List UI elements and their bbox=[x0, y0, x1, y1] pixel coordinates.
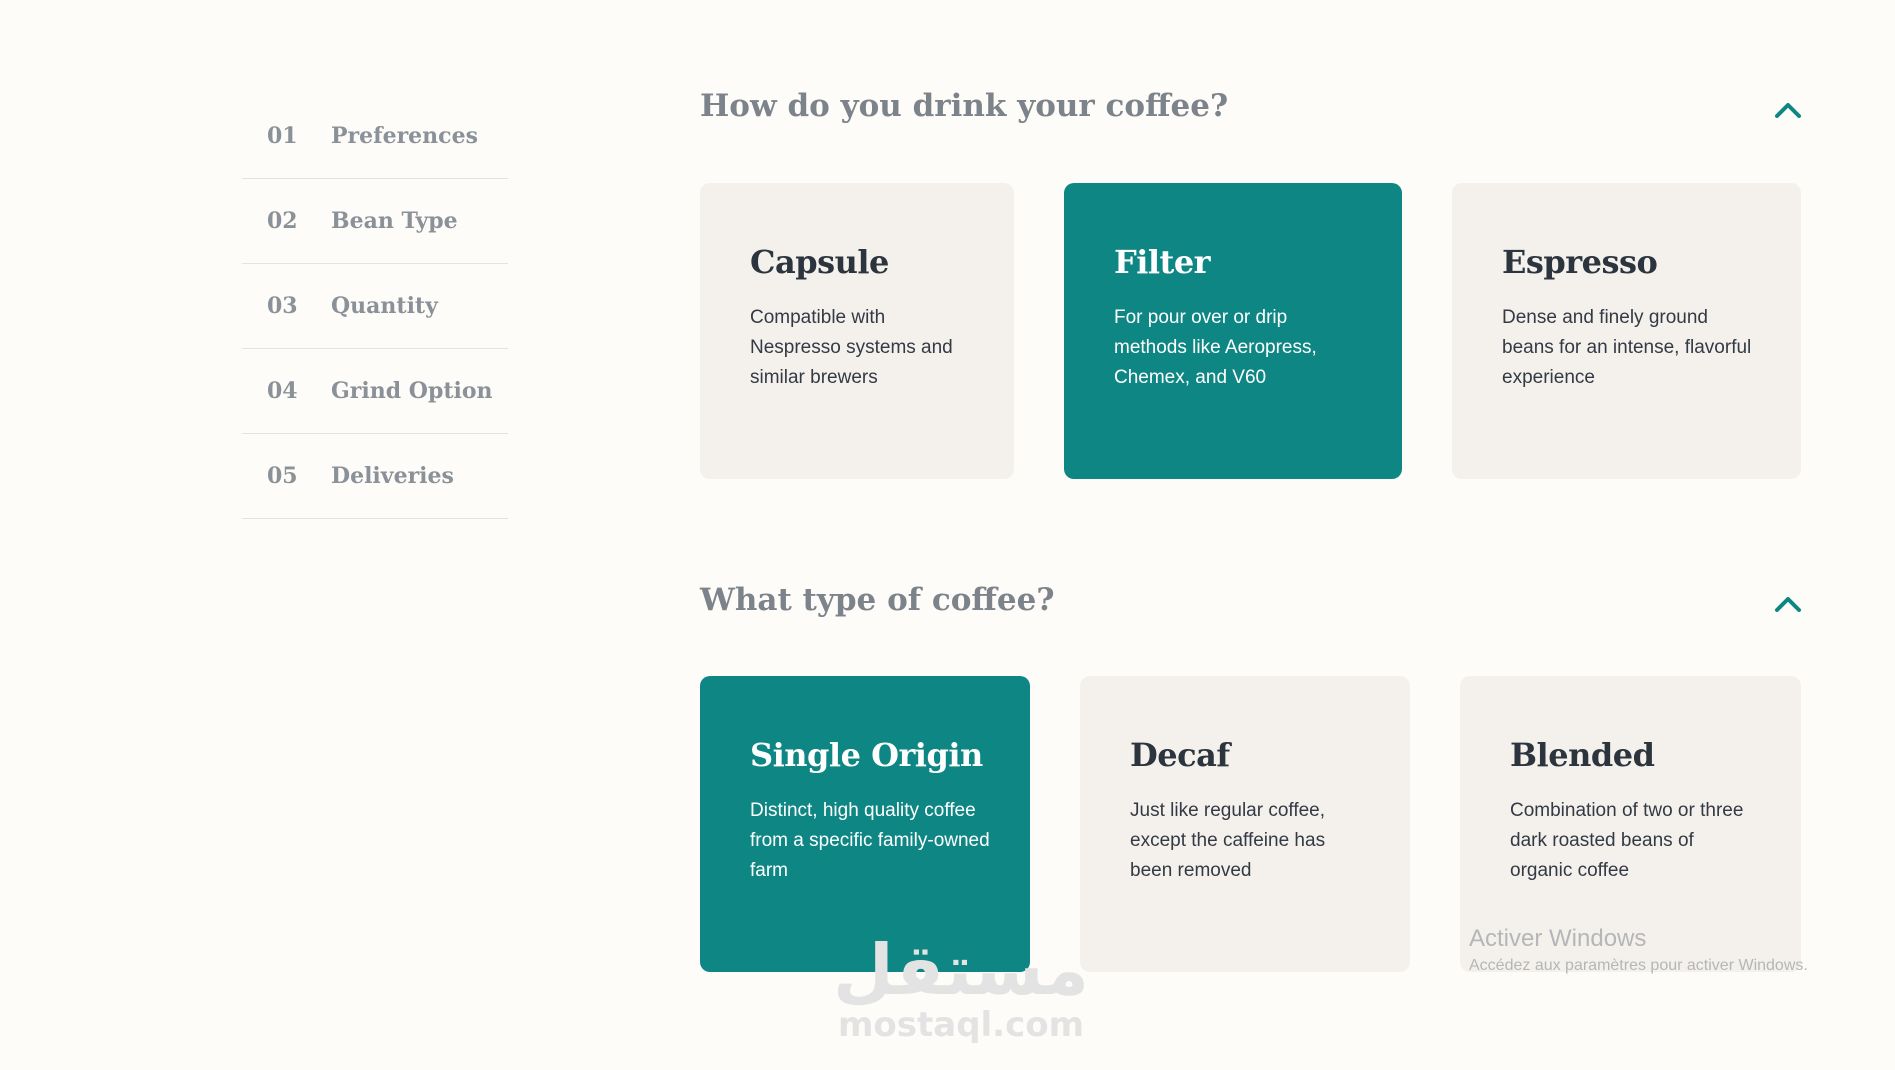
collapse-section-drink-button[interactable] bbox=[1768, 90, 1808, 130]
option-card-single-origin[interactable]: Single Origin Distinct, high quality cof… bbox=[700, 676, 1030, 972]
option-title: Single Origin bbox=[750, 736, 983, 774]
mostaql-watermark: مستقل mostaql.com bbox=[833, 935, 1089, 1045]
windows-activation-title: Activer Windows bbox=[1469, 925, 1647, 952]
steps-sidebar: 01 Preferences 02 Bean Type 03 Quantity … bbox=[242, 94, 508, 519]
option-card-decaf[interactable]: Decaf Just like regular coffee, except t… bbox=[1080, 676, 1410, 972]
windows-activation-watermark: Activer Windows Accédez aux paramètres p… bbox=[1469, 925, 1808, 975]
step-label: Grind Option bbox=[331, 378, 493, 404]
option-description: Combination of two or three dark roasted… bbox=[1510, 800, 1744, 881]
option-title: Filter bbox=[1114, 243, 1211, 281]
section-title-drink: How do you drink your coffee? bbox=[700, 88, 1229, 124]
mostaql-latin-text: mostaql.com bbox=[837, 1005, 1085, 1045]
chevron-up-icon bbox=[1775, 597, 1801, 612]
sidebar-item-bean-type[interactable]: 02 Bean Type bbox=[242, 179, 508, 264]
step-number: 01 bbox=[267, 123, 298, 149]
step-number: 05 bbox=[267, 463, 298, 489]
step-number: 04 bbox=[267, 378, 298, 404]
windows-activation-subtitle: Accédez aux paramètres pour activer Wind… bbox=[1469, 957, 1808, 974]
section-title-type: What type of coffee? bbox=[700, 582, 1055, 618]
option-description: Distinct, high quality coffee from a spe… bbox=[750, 800, 990, 881]
step-label: Deliveries bbox=[331, 463, 454, 489]
sidebar-item-preferences[interactable]: 01 Preferences bbox=[242, 94, 508, 179]
option-description: For pour over or drip methods like Aerop… bbox=[1114, 307, 1317, 388]
step-label: Preferences bbox=[331, 123, 478, 149]
mostaql-arabic-text: مستقل bbox=[833, 929, 1090, 1011]
option-description: Compatible with Nespresso systems and si… bbox=[750, 307, 953, 388]
option-card-espresso[interactable]: Espresso Dense and finely ground beans f… bbox=[1452, 183, 1801, 479]
chevron-up-icon bbox=[1775, 103, 1801, 118]
option-card-filter[interactable]: Filter For pour over or drip methods lik… bbox=[1064, 183, 1402, 479]
step-number: 02 bbox=[267, 208, 298, 234]
option-card-capsule[interactable]: Capsule Compatible with Nespresso system… bbox=[700, 183, 1014, 479]
option-title: Blended bbox=[1510, 736, 1655, 774]
sidebar-item-quantity[interactable]: 03 Quantity bbox=[242, 264, 508, 349]
option-title: Espresso bbox=[1502, 243, 1658, 281]
option-title: Capsule bbox=[750, 243, 889, 281]
sidebar-item-grind-option[interactable]: 04 Grind Option bbox=[242, 349, 508, 434]
option-description: Just like regular coffee, except the caf… bbox=[1130, 800, 1326, 881]
step-number: 03 bbox=[267, 293, 298, 319]
step-label: Quantity bbox=[331, 293, 438, 319]
option-title: Decaf bbox=[1130, 736, 1230, 774]
sidebar-item-deliveries[interactable]: 05 Deliveries bbox=[242, 434, 508, 519]
page: 01 Preferences 02 Bean Type 03 Quantity … bbox=[0, 0, 1895, 1070]
collapse-section-type-button[interactable] bbox=[1768, 584, 1808, 624]
step-label: Bean Type bbox=[331, 208, 458, 234]
option-description: Dense and finely ground beans for an int… bbox=[1502, 307, 1752, 388]
